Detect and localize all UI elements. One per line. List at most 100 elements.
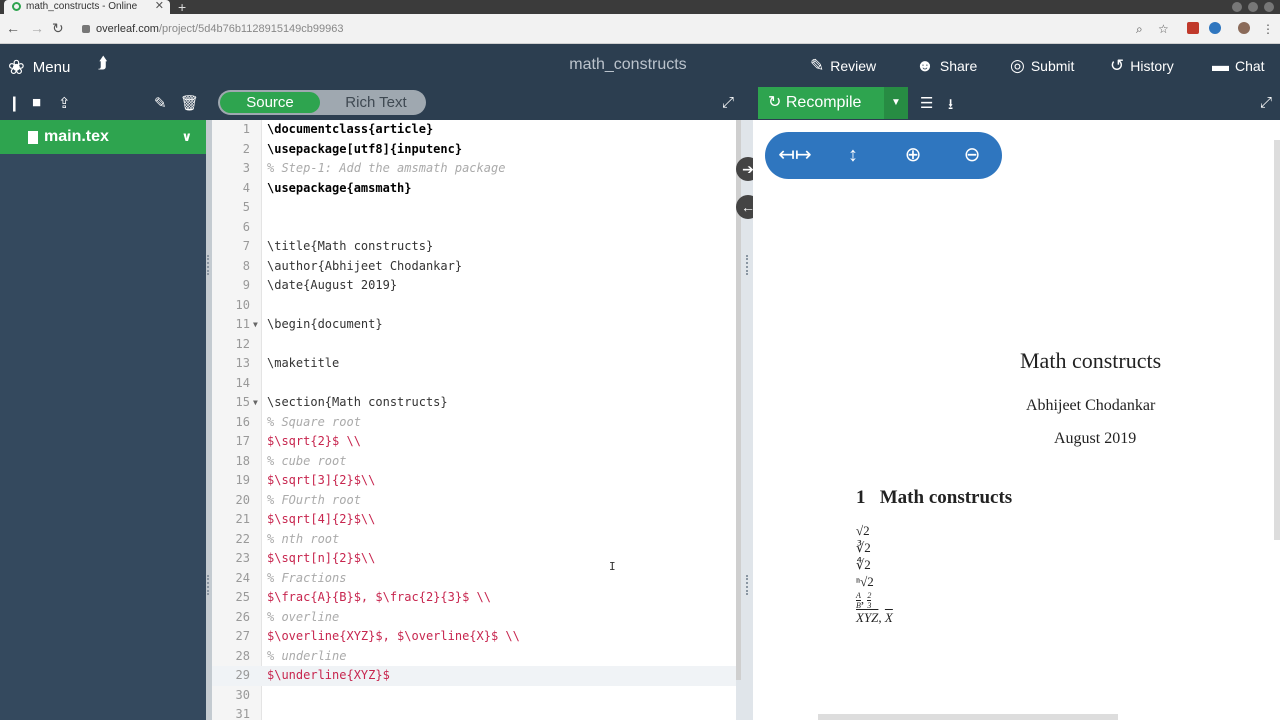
share-label: Share [939, 58, 978, 74]
code-line[interactable]: 18 % cube root [212, 452, 736, 472]
pdf-horizontal-scrollbar[interactable] [818, 714, 1118, 720]
code-line[interactable]: 26 % overline [212, 608, 736, 628]
code-line[interactable]: 5 [212, 198, 736, 218]
submit-button[interactable]: ◎ Submit [1010, 56, 1074, 76]
reload-icon[interactable]: ↻ [52, 20, 64, 37]
pdf-overline-x: X [884, 610, 893, 625]
back-icon[interactable]: ← [6, 20, 20, 36]
fit-height-icon[interactable]: ↕ [833, 132, 873, 179]
code-line[interactable]: 31 [212, 705, 736, 720]
chevron-down-icon[interactable]: ∨ [181, 120, 192, 154]
code-line[interactable]: 23 $\sqrt[n]{2}$\\ [212, 549, 736, 569]
code-line[interactable]: 28 % underline [212, 647, 736, 667]
close-window-icon[interactable] [1264, 2, 1274, 12]
back-to-projects-icon[interactable]: ⮭ [98, 55, 107, 73]
code-line[interactable]: 15 ▼ \section{Math constructs} [212, 393, 736, 413]
code-text: \begin{document} [267, 317, 383, 331]
code-line[interactable]: 3 % Step-1: Add the amsmath package [212, 159, 736, 179]
expand-editor-icon[interactable]: ⤢ [722, 94, 737, 111]
code-line[interactable]: 2 \usepackage[utf8]{inputenc} [212, 140, 736, 160]
minimize-window-icon[interactable] [1232, 2, 1242, 12]
bookmark-star-icon[interactable]: ☆ [1158, 22, 1169, 36]
code-line[interactable]: 1 \documentclass{article} [212, 120, 736, 140]
code-line[interactable]: 12 [212, 335, 736, 355]
code-line[interactable]: 8 \author{Abhijeet Chodankar} [212, 257, 736, 277]
history-button[interactable]: ↺ History [1110, 56, 1174, 76]
code-line[interactable]: 29 $\underline{XYZ}$ [212, 666, 736, 686]
code-line[interactable]: 27 $\overline{XYZ}$, $\overline{X}$ \\ [212, 627, 736, 647]
editor-mode-toggle[interactable]: Source Rich Text [218, 90, 426, 115]
close-tab-icon[interactable]: ✕ [155, 0, 164, 13]
upload-icon[interactable]: ⇪ [58, 94, 73, 112]
fold-caret-icon[interactable]: ▼ [253, 315, 258, 335]
zoom-out-icon[interactable]: ⊖ [952, 132, 992, 179]
line-number: 4 [242, 180, 250, 195]
code-line[interactable]: 7 \title{Math constructs} [212, 237, 736, 257]
project-title[interactable]: math_constructs [528, 56, 728, 74]
code-text: \date{August 2019} [267, 278, 398, 292]
extension-red-icon[interactable] [1187, 22, 1199, 34]
pdf-fractions: AB, 23 [856, 591, 872, 610]
code-line[interactable]: 11 ▼ \begin{document} [212, 315, 736, 335]
code-text: $\sqrt[3]{2}$\\ [267, 473, 376, 487]
recompile-button[interactable]: ↻ Recompile ▼ [758, 87, 908, 119]
new-file-icon[interactable]: ❙ [8, 94, 23, 112]
delete-trash-icon[interactable]: 🗑 [180, 94, 199, 112]
menu-button[interactable]: ❀ Menu [8, 55, 70, 80]
new-tab-icon[interactable]: + [178, 0, 186, 15]
view-logs-icon[interactable]: ☰ [920, 94, 935, 112]
expand-pdf-icon[interactable]: ⤢ [1260, 94, 1275, 111]
share-button[interactable]: ☻ Share [916, 56, 977, 76]
browser-tab[interactable]: math_constructs - Online ✕ [4, 0, 170, 14]
rich-text-mode-button[interactable]: Rich Text [330, 92, 422, 113]
pdf-overline-xyz: XYZ [856, 610, 879, 625]
code-line[interactable]: 21 $\sqrt[4]{2}$\\ [212, 510, 736, 530]
new-folder-icon[interactable]: ■ [32, 94, 47, 111]
code-line[interactable]: 19 $\sqrt[3]{2}$\\ [212, 471, 736, 491]
pdf-vertical-scrollbar[interactable] [1274, 140, 1280, 540]
pdf-section-number: 1 [856, 487, 866, 508]
refresh-icon: ↻ [768, 94, 782, 111]
code-line[interactable]: 22 % nth root [212, 530, 736, 550]
code-line[interactable]: 17 $\sqrt{2}$ \\ [212, 432, 736, 452]
line-number: 24 [235, 570, 250, 585]
line-number: 1 [242, 122, 250, 136]
code-line[interactable]: 16 % Square root [212, 413, 736, 433]
zoom-icon[interactable]: ⌕ [1136, 22, 1143, 37]
chat-label: Chat [1235, 58, 1265, 74]
file-item-main-tex[interactable]: main.tex ∨ [0, 120, 206, 154]
code-line[interactable]: 13 \maketitle [212, 354, 736, 374]
download-pdf-icon[interactable]: ⭳ [948, 94, 963, 113]
browser-menu-icon[interactable]: ⋮ [1262, 22, 1274, 36]
code-text: % underline [267, 648, 347, 663]
code-text: % Step-1: Add the amsmath package [267, 161, 506, 175]
submit-label: Submit [1030, 58, 1075, 74]
code-line[interactable]: 9 \date{August 2019} [212, 276, 736, 296]
code-editor[interactable]: 1 \documentclass{article} 2 \usepackage[utf… [212, 120, 736, 720]
maximize-window-icon[interactable] [1248, 2, 1258, 12]
code-line[interactable]: 10 [212, 296, 736, 316]
code-line[interactable]: 24 % Fractions [212, 569, 736, 589]
fit-width-icon[interactable]: ↤↦ [775, 132, 815, 179]
code-line[interactable]: 20 % FOurth root [212, 491, 736, 511]
chat-button[interactable]: ▬ Chat [1212, 56, 1265, 76]
zoom-in-icon[interactable]: ⊕ [893, 132, 933, 179]
code-text: \section{Math constructs} [267, 395, 448, 409]
code-line[interactable]: 25 $\frac{A}{B}$, $\frac{2}{3}$ \\ [212, 588, 736, 608]
pdf-preview[interactable] [753, 120, 1280, 720]
extension-blue-icon[interactable] [1209, 22, 1221, 34]
recompile-options-caret-icon[interactable]: ▼ [884, 87, 908, 119]
forward-icon[interactable]: → [30, 20, 44, 36]
profile-avatar[interactable] [1238, 22, 1250, 34]
review-button[interactable]: ✎ Review [810, 56, 876, 76]
url-field[interactable]: overleaf.com/project/5d4b76b1128915149cb… [78, 19, 1128, 39]
rename-pencil-icon[interactable]: ✎ [154, 94, 169, 112]
code-line[interactable]: 14 [212, 374, 736, 394]
code-line[interactable]: 6 [212, 218, 736, 238]
code-line[interactable]: 30 [212, 686, 736, 706]
line-number: 27 [235, 629, 250, 643]
fold-caret-icon[interactable]: ▼ [253, 393, 258, 413]
source-mode-button[interactable]: Source [220, 92, 320, 113]
code-line[interactable]: 4 \usepackage{amsmath} [212, 179, 736, 199]
pdf-overlines: XYZ, X [856, 610, 893, 625]
